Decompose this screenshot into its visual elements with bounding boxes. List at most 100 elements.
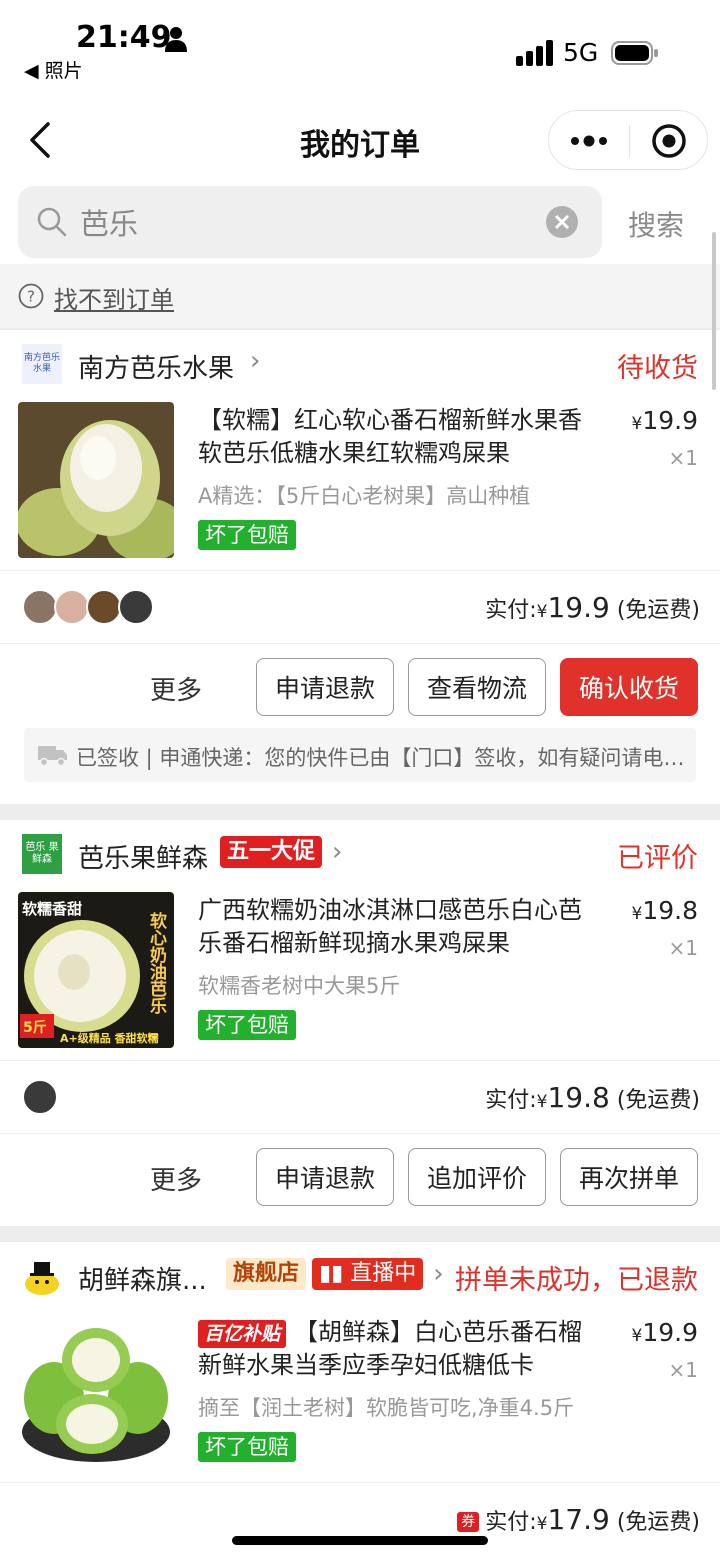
currency-symbol: ¥ [536, 602, 548, 622]
status-time: 21:49 [76, 20, 172, 55]
more-dots-icon[interactable] [569, 129, 609, 153]
paid-value: 19.9 [547, 591, 610, 624]
product-price: ¥19.9 [632, 406, 699, 435]
avatar [86, 589, 122, 625]
order-header[interactable]: 芭乐 果鲜森 芭乐果鲜森 五一大促 › 已评价 [0, 820, 720, 890]
paid-label: 实付: [485, 1088, 537, 1113]
order-header[interactable]: 南方芭乐 水果 南方芭乐水果 › 待收货 [0, 330, 720, 400]
price-value: 19.9 [642, 406, 698, 435]
product-quantity: ×1 [668, 936, 698, 960]
paid-amount: 实付:¥19.9 (免运费) [485, 591, 700, 624]
payment-row: 实付:¥19.9 (免运费) [0, 570, 720, 644]
thumb-caption: 软心奶油芭乐 [146, 911, 167, 1015]
product-spec: A精选：【5斤白心老树果】高山种植 [198, 484, 531, 508]
shop-name[interactable]: 胡鲜森旗... [78, 1260, 207, 1297]
guarantee-badge: 坏了包赔 [198, 520, 296, 550]
paid-amount: 券实付:¥17.9 (免运费) [457, 1503, 700, 1536]
paid-label: 实付: [485, 1510, 537, 1535]
avatar [54, 589, 90, 625]
shipping-note: (免运费) [616, 598, 700, 623]
close-target-icon[interactable] [651, 123, 687, 159]
logistics-text: 已签收 | 申通快递：您的快件已由【门口】签收，如有疑问请电联快递员 [76, 746, 686, 770]
thumb-caption: 软糯香甜 [22, 900, 82, 918]
nav-bar: 我的订单 [0, 100, 720, 180]
shop-name[interactable]: 芭乐果鲜森 [78, 838, 208, 875]
coupon-tag: 券 [457, 1512, 480, 1532]
live-tag: ▮▮ 直播中 [312, 1258, 424, 1290]
search-icon [37, 207, 67, 237]
price-value: 19.9 [642, 1318, 698, 1347]
order-card: 胡鲜森旗... 旗舰店 ▮▮ 直播中 › 拼单未成功，已退款 百亿补贴 【胡鲜森】… [0, 1242, 720, 1560]
view-logistics-button[interactable]: 查看物流 [408, 658, 546, 716]
search-box [18, 186, 602, 258]
guarantee-badge: 坏了包赔 [198, 1432, 296, 1462]
logistics-row[interactable]: 已签收 | 申通快递：您的快件已由【门口】签收，如有疑问请电联快递员 [0, 728, 720, 798]
reorder-button[interactable]: 再次拼单 [560, 1148, 698, 1206]
product-thumbnail[interactable]: 软糯香甜 软心奶油芭乐 5斤 A+级精品 香甜软糯 [18, 892, 174, 1048]
network-label: 5G [563, 38, 599, 67]
refund-button[interactable]: 申请退款 [256, 658, 394, 716]
guarantee-badge: 坏了包赔 [198, 1010, 296, 1040]
order-header[interactable]: 胡鲜森旗... 旗舰店 ▮▮ 直播中 › 拼单未成功，已退款 [0, 1242, 720, 1312]
search-input[interactable] [80, 202, 520, 242]
more-link[interactable]: 更多 [150, 670, 202, 707]
chevron-right-icon: › [250, 346, 261, 376]
help-icon: ? [18, 283, 44, 309]
paid-label: 实付: [485, 598, 537, 623]
chevron-right-icon: › [332, 837, 343, 867]
shop-logo: 芭乐 果鲜森 [22, 834, 62, 874]
product-thumbnail[interactable] [18, 1314, 174, 1470]
scrollbar[interactable] [712, 232, 716, 390]
paid-value: 17.9 [547, 1503, 610, 1536]
order-item[interactable]: 百亿补贴 【胡鲜森】白心芭乐番石榴新鲜水果当季应季孕妇低糖低卡 摘至【润土老树】软… [0, 1312, 720, 1482]
currency-symbol: ¥ [631, 904, 643, 924]
signal-icon [516, 40, 553, 66]
thumb-caption: 5斤 [23, 1019, 47, 1036]
order-status: 已评价 [617, 843, 698, 874]
avatar [22, 589, 58, 625]
search-button[interactable]: 搜索 [628, 204, 684, 244]
home-indicator[interactable] [232, 1536, 488, 1545]
avatar [22, 1079, 58, 1115]
product-title[interactable]: 广西软糯奶油冰淇淋口感芭乐白心芭乐番石榴新鲜现摘水果鸡屎果 [198, 894, 598, 960]
confirm-receipt-button[interactable]: 确认收货 [560, 658, 698, 716]
payment-row: 实付:¥19.8 (免运费) [0, 1060, 720, 1134]
live-icon: ▮▮ [319, 1261, 351, 1286]
add-review-button[interactable]: 追加评价 [408, 1148, 546, 1206]
currency-symbol: ¥ [536, 1092, 548, 1112]
product-thumbnail[interactable] [18, 402, 174, 558]
order-item[interactable]: 软糯香甜 软心奶油芭乐 5斤 A+级精品 香甜软糯 广西软糯奶油冰淇淋口感芭乐白… [0, 890, 720, 1060]
clear-icon[interactable] [546, 206, 578, 238]
shop-tags: 旗舰店 ▮▮ 直播中 › [226, 1258, 444, 1290]
order-card: 芭乐 果鲜森 芭乐果鲜森 五一大促 › 已评价 软糯香甜 软心奶油芭乐 5斤 A… [0, 820, 720, 1226]
paid-amount: 实付:¥19.8 (免运费) [485, 1081, 700, 1114]
order-status: 待收货 [617, 353, 698, 384]
product-spec: 摘至【润土老树】软脆皆可吃,净重4.5斤 [198, 1396, 575, 1420]
price-value: 19.8 [642, 896, 698, 925]
refund-button[interactable]: 申请退款 [256, 1148, 394, 1206]
subsidy-tag: 百亿补贴 [198, 1320, 287, 1348]
product-quantity: ×1 [668, 446, 698, 470]
order-actions: 更多 申请退款 查看物流 确认收货 [0, 644, 720, 728]
product-spec: 软糯香老树中大果5斤 [198, 974, 401, 998]
order-item[interactable]: 【软糯】红心软心番石榴新鲜水果香软芭乐低糖水果红软糯鸡屎果 A精选：【5斤白心老… [0, 400, 720, 570]
battery-icon [611, 41, 658, 65]
thumb-caption: A+级精品 香甜软糯 [60, 1031, 159, 1045]
shop-name[interactable]: 南方芭乐水果 [78, 348, 234, 385]
shop-logo [22, 1256, 62, 1296]
product-title[interactable]: 百亿补贴 【胡鲜森】白心芭乐番石榴新鲜水果当季应季孕妇低糖低卡 [198, 1316, 598, 1382]
avatar [118, 589, 154, 625]
flagship-tag: 旗舰店 [226, 1258, 307, 1290]
order-not-found-link[interactable]: 找不到订单 [54, 280, 174, 315]
shipping-note: (免运费) [616, 1088, 700, 1113]
currency-symbol: ¥ [536, 1514, 548, 1534]
logistics-box[interactable]: 已签收 | 申通快递：您的快件已由【门口】签收，如有疑问请电联快递员 [24, 728, 696, 782]
search-row: 搜索 [0, 180, 720, 264]
order-status: 拼单未成功，已退款 [455, 1265, 698, 1296]
more-link[interactable]: 更多 [150, 1160, 202, 1197]
order-not-found-bar: ? 找不到订单 [0, 264, 720, 328]
shipping-note: (免运费) [616, 1510, 700, 1535]
currency-symbol: ¥ [631, 414, 643, 434]
product-title[interactable]: 【软糯】红心软心番石榴新鲜水果香软芭乐低糖水果红软糯鸡屎果 [198, 404, 598, 470]
back-to-app-link[interactable]: ◀ 照片 [24, 56, 83, 83]
